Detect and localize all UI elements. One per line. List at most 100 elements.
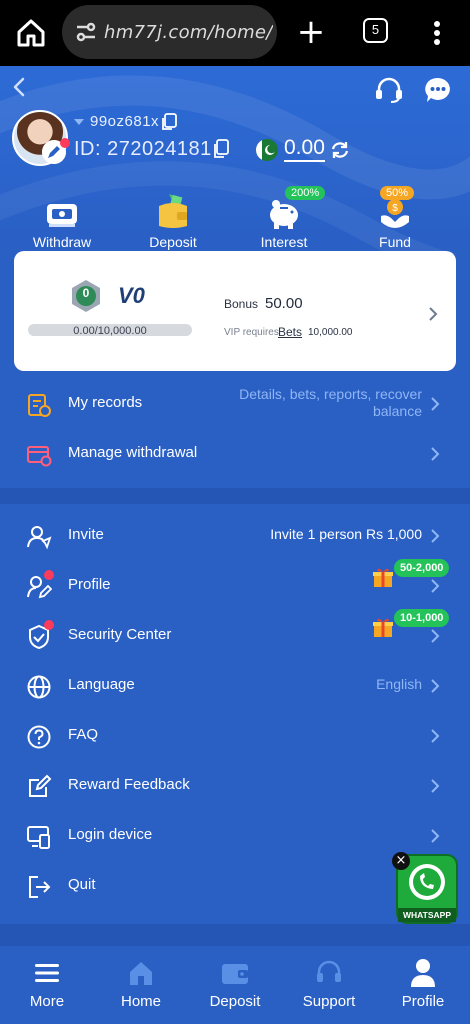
nav-profile-label: Profile [401, 993, 445, 1010]
wallet-icon [222, 964, 248, 984]
records-icon [28, 394, 51, 417]
copy-username-icon[interactable] [160, 113, 178, 131]
my-records-detail: Details, bets, reports, recover balance [239, 386, 422, 419]
browser-toolbar: hm77j.com/home/ + 5 [0, 0, 470, 66]
menu-icon [35, 964, 59, 982]
language-row[interactable]: Language English [0, 662, 470, 710]
nav-support-label: Support [302, 993, 356, 1010]
notification-dot [60, 138, 70, 148]
headset-icon [317, 960, 341, 982]
faq-label: FAQ [68, 726, 99, 743]
caret-down-icon[interactable] [74, 119, 84, 125]
withdrawal-card-icon [27, 446, 52, 467]
chevron-right-icon [431, 579, 440, 593]
nav-support[interactable]: Support [284, 958, 374, 1010]
chevron-right-icon [431, 779, 440, 793]
refresh-balance-icon[interactable] [330, 140, 350, 160]
chevron-right-icon[interactable] [428, 306, 438, 322]
gift-icon [373, 618, 393, 637]
quick-action-deposit[interactable]: Deposit [128, 190, 218, 250]
fund-badge: 50% [380, 186, 415, 200]
quick-action-interest[interactable]: 200% Interest [239, 186, 329, 250]
nav-deposit-label: Deposit [209, 993, 261, 1010]
reward-feedback-row[interactable]: Reward Feedback [0, 762, 470, 810]
quit-label: Quit [68, 876, 96, 893]
nav-home[interactable]: Home [96, 958, 186, 1010]
chevron-right-icon [431, 729, 440, 743]
tab-switcher-button[interactable]: 5 [363, 18, 388, 43]
login-device-label: Login device [68, 826, 153, 843]
new-tab-button[interactable]: + [296, 14, 326, 50]
nav-more-label: More [29, 993, 65, 1010]
language-value: English [376, 676, 422, 692]
nav-more[interactable]: More [2, 958, 92, 1010]
customer-service-icon[interactable] [374, 76, 404, 104]
vip-bets-link[interactable]: Bets [278, 325, 302, 339]
fund-label: Fund [379, 234, 411, 250]
invite-person-icon [27, 526, 52, 550]
withdraw-label: Withdraw [32, 234, 92, 250]
bonus-label: Bonus [224, 297, 259, 311]
user-id: ID: 272024181 [74, 138, 212, 160]
section-divider [0, 488, 470, 504]
close-icon[interactable]: × [392, 852, 410, 870]
interest-label: Interest [260, 234, 308, 250]
chevron-right-icon [431, 829, 440, 843]
section-divider [0, 924, 470, 946]
quick-action-fund[interactable]: $ 50% Fund [350, 186, 440, 250]
profile-label: Profile [68, 576, 111, 593]
devices-icon [27, 826, 50, 849]
whatsapp-label: WHATSAPP [403, 910, 451, 920]
chevron-right-icon [431, 679, 440, 693]
bottom-navigation: More Home Deposit Support Profile [0, 946, 470, 1024]
deposit-label: Deposit [149, 234, 197, 250]
nav-home-label: Home [120, 993, 161, 1010]
invite-value: Invite 1 person Rs 1,000 [270, 526, 422, 542]
invite-row[interactable]: Invite Invite 1 person Rs 1,000 [0, 512, 470, 560]
gift-icon [373, 568, 393, 587]
site-settings-icon[interactable] [74, 20, 98, 44]
edit-note-icon [29, 774, 52, 797]
security-notification-dot [44, 620, 54, 630]
back-icon[interactable] [10, 76, 30, 98]
chevron-right-icon [431, 447, 440, 461]
my-records-label: My records [68, 394, 143, 411]
browser-home-icon[interactable] [14, 16, 48, 50]
logout-icon [29, 876, 51, 898]
copy-id-icon[interactable] [212, 139, 230, 159]
fund-icon: $ [381, 199, 409, 228]
profile-notification-dot [44, 570, 54, 580]
help-icon [27, 725, 51, 749]
profile-reward-badge: 50-2,000 [394, 559, 450, 577]
piggy-bank-icon [270, 200, 298, 229]
pakistan-flag-icon [256, 139, 278, 161]
chevron-right-icon [431, 529, 440, 543]
reward-feedback-label: Reward Feedback [68, 776, 190, 793]
address-bar[interactable]: hm77j.com/home/ [62, 5, 277, 59]
interest-badge: 200% [285, 186, 326, 200]
nav-profile[interactable]: Profile [378, 958, 468, 1010]
chevron-right-icon [431, 397, 440, 411]
vip-bets-amount: 10,000.00 [308, 327, 353, 338]
bonus-value: 50.00 [265, 295, 303, 312]
browser-menu-icon[interactable] [430, 16, 444, 50]
vip-requires-label: VIP requires [224, 327, 279, 338]
home-icon [130, 962, 152, 985]
vip-progress-text: 0.00/10,000.00 [73, 325, 147, 337]
vip-card[interactable]: 0 V0 0.00/10,000.00 Bonus 50.00 VIP requ… [14, 251, 456, 371]
globe-icon [27, 675, 51, 699]
wallet-icon [159, 194, 187, 228]
username: 99oz681x [90, 113, 160, 130]
faq-row[interactable]: FAQ [0, 712, 470, 760]
manage-withdrawal-row[interactable]: Manage withdrawal [0, 430, 470, 478]
invite-label: Invite [68, 526, 104, 543]
vip-medal-number: 0 [82, 286, 90, 300]
svg-text:$: $ [392, 203, 398, 214]
quick-action-withdraw[interactable]: Withdraw [17, 190, 107, 250]
url-text: hm77j.com/home/ [104, 21, 273, 43]
security-reward-badge: 10-1,000 [394, 609, 450, 627]
nav-deposit[interactable]: Deposit [190, 958, 280, 1010]
chat-icon[interactable] [424, 76, 452, 104]
person-icon [411, 959, 435, 987]
language-label: Language [68, 676, 135, 693]
